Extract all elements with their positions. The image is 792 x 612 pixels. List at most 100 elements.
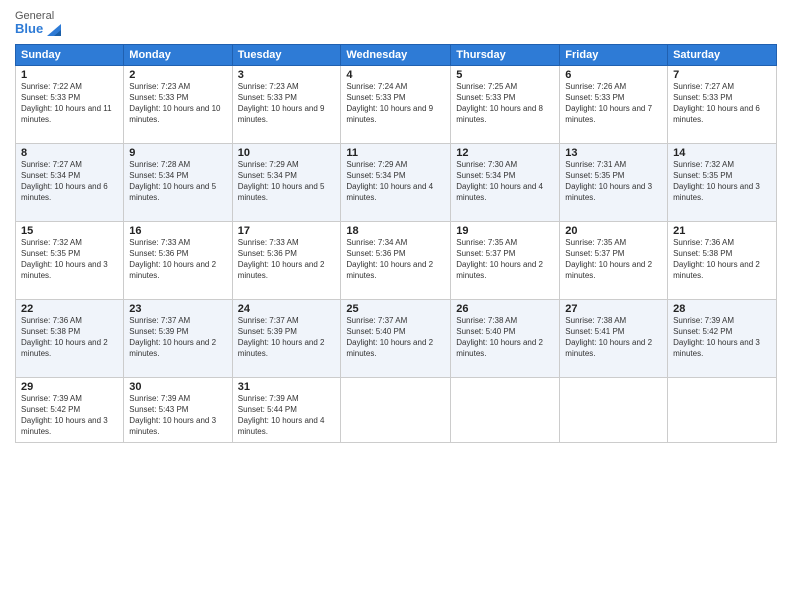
day-number: 14 [673,147,771,159]
calendar-cell: 10 Sunrise: 7:29 AM Sunset: 5:34 PM Dayl… [232,144,341,222]
day-info: Sunrise: 7:27 AM Sunset: 5:34 PM Dayligh… [21,160,118,203]
weekday-header-row: Sunday Monday Tuesday Wednesday Thursday… [16,45,777,66]
day-info: Sunrise: 7:35 AM Sunset: 5:37 PM Dayligh… [565,238,662,281]
day-info: Sunrise: 7:22 AM Sunset: 5:33 PM Dayligh… [21,82,118,125]
day-info: Sunrise: 7:38 AM Sunset: 5:41 PM Dayligh… [565,316,662,359]
day-info: Sunrise: 7:33 AM Sunset: 5:36 PM Dayligh… [238,238,336,281]
header-sunday: Sunday [16,45,124,66]
calendar-cell: 6 Sunrise: 7:26 AM Sunset: 5:33 PM Dayli… [560,66,668,144]
calendar-cell: 5 Sunrise: 7:25 AM Sunset: 5:33 PM Dayli… [451,66,560,144]
day-number: 13 [565,147,662,159]
calendar-cell: 30 Sunrise: 7:39 AM Sunset: 5:43 PM Dayl… [124,378,232,443]
calendar-cell: 23 Sunrise: 7:37 AM Sunset: 5:39 PM Dayl… [124,300,232,378]
day-number: 28 [673,303,771,315]
calendar-page: General Blue Sunday Monday Tuesday Wedne… [0,0,792,612]
day-number: 11 [346,147,445,159]
header-saturday: Saturday [668,45,777,66]
calendar-cell: 15 Sunrise: 7:32 AM Sunset: 5:35 PM Dayl… [16,222,124,300]
logo: General Blue [15,10,61,36]
day-info: Sunrise: 7:37 AM Sunset: 5:39 PM Dayligh… [238,316,336,359]
day-info: Sunrise: 7:31 AM Sunset: 5:35 PM Dayligh… [565,160,662,203]
calendar-cell [560,378,668,443]
calendar-cell: 9 Sunrise: 7:28 AM Sunset: 5:34 PM Dayli… [124,144,232,222]
calendar-cell: 2 Sunrise: 7:23 AM Sunset: 5:33 PM Dayli… [124,66,232,144]
day-info: Sunrise: 7:39 AM Sunset: 5:44 PM Dayligh… [238,394,336,437]
day-number: 6 [565,69,662,81]
day-info: Sunrise: 7:37 AM Sunset: 5:39 PM Dayligh… [129,316,226,359]
day-number: 30 [129,381,226,393]
day-number: 23 [129,303,226,315]
day-info: Sunrise: 7:28 AM Sunset: 5:34 PM Dayligh… [129,160,226,203]
calendar-cell: 20 Sunrise: 7:35 AM Sunset: 5:37 PM Dayl… [560,222,668,300]
calendar-table: Sunday Monday Tuesday Wednesday Thursday… [15,44,777,443]
calendar-cell: 12 Sunrise: 7:30 AM Sunset: 5:34 PM Dayl… [451,144,560,222]
day-info: Sunrise: 7:39 AM Sunset: 5:43 PM Dayligh… [129,394,226,437]
day-info: Sunrise: 7:35 AM Sunset: 5:37 PM Dayligh… [456,238,554,281]
calendar-cell: 18 Sunrise: 7:34 AM Sunset: 5:36 PM Dayl… [341,222,451,300]
day-info: Sunrise: 7:30 AM Sunset: 5:34 PM Dayligh… [456,160,554,203]
calendar-cell: 27 Sunrise: 7:38 AM Sunset: 5:41 PM Dayl… [560,300,668,378]
calendar-cell: 1 Sunrise: 7:22 AM Sunset: 5:33 PM Dayli… [16,66,124,144]
calendar-cell: 19 Sunrise: 7:35 AM Sunset: 5:37 PM Dayl… [451,222,560,300]
calendar-cell: 28 Sunrise: 7:39 AM Sunset: 5:42 PM Dayl… [668,300,777,378]
day-number: 7 [673,69,771,81]
calendar-cell [341,378,451,443]
calendar-cell: 8 Sunrise: 7:27 AM Sunset: 5:34 PM Dayli… [16,144,124,222]
day-info: Sunrise: 7:24 AM Sunset: 5:33 PM Dayligh… [346,82,445,125]
calendar-cell: 3 Sunrise: 7:23 AM Sunset: 5:33 PM Dayli… [232,66,341,144]
day-info: Sunrise: 7:25 AM Sunset: 5:33 PM Dayligh… [456,82,554,125]
day-number: 8 [21,147,118,159]
header: General Blue [15,10,777,36]
calendar-cell [668,378,777,443]
day-info: Sunrise: 7:37 AM Sunset: 5:40 PM Dayligh… [346,316,445,359]
calendar-cell: 21 Sunrise: 7:36 AM Sunset: 5:38 PM Dayl… [668,222,777,300]
day-number: 17 [238,225,336,237]
day-info: Sunrise: 7:32 AM Sunset: 5:35 PM Dayligh… [673,160,771,203]
calendar-cell [451,378,560,443]
day-number: 18 [346,225,445,237]
day-number: 5 [456,69,554,81]
day-info: Sunrise: 7:36 AM Sunset: 5:38 PM Dayligh… [673,238,771,281]
day-info: Sunrise: 7:39 AM Sunset: 5:42 PM Dayligh… [21,394,118,437]
header-thursday: Thursday [451,45,560,66]
day-number: 25 [346,303,445,315]
day-info: Sunrise: 7:23 AM Sunset: 5:33 PM Dayligh… [238,82,336,125]
day-number: 10 [238,147,336,159]
calendar-cell: 24 Sunrise: 7:37 AM Sunset: 5:39 PM Dayl… [232,300,341,378]
header-monday: Monday [124,45,232,66]
calendar-cell: 31 Sunrise: 7:39 AM Sunset: 5:44 PM Dayl… [232,378,341,443]
day-number: 26 [456,303,554,315]
calendar-cell: 14 Sunrise: 7:32 AM Sunset: 5:35 PM Dayl… [668,144,777,222]
day-number: 15 [21,225,118,237]
day-info: Sunrise: 7:38 AM Sunset: 5:40 PM Dayligh… [456,316,554,359]
calendar-cell: 26 Sunrise: 7:38 AM Sunset: 5:40 PM Dayl… [451,300,560,378]
day-number: 19 [456,225,554,237]
day-info: Sunrise: 7:29 AM Sunset: 5:34 PM Dayligh… [238,160,336,203]
calendar-cell: 29 Sunrise: 7:39 AM Sunset: 5:42 PM Dayl… [16,378,124,443]
day-number: 4 [346,69,445,81]
header-tuesday: Tuesday [232,45,341,66]
calendar-cell: 22 Sunrise: 7:36 AM Sunset: 5:38 PM Dayl… [16,300,124,378]
day-number: 3 [238,69,336,81]
day-info: Sunrise: 7:36 AM Sunset: 5:38 PM Dayligh… [21,316,118,359]
day-number: 21 [673,225,771,237]
day-number: 22 [21,303,118,315]
calendar-cell: 11 Sunrise: 7:29 AM Sunset: 5:34 PM Dayl… [341,144,451,222]
day-number: 2 [129,69,226,81]
day-info: Sunrise: 7:39 AM Sunset: 5:42 PM Dayligh… [673,316,771,359]
day-info: Sunrise: 7:29 AM Sunset: 5:34 PM Dayligh… [346,160,445,203]
calendar-cell: 16 Sunrise: 7:33 AM Sunset: 5:36 PM Dayl… [124,222,232,300]
day-info: Sunrise: 7:34 AM Sunset: 5:36 PM Dayligh… [346,238,445,281]
day-info: Sunrise: 7:23 AM Sunset: 5:33 PM Dayligh… [129,82,226,125]
day-info: Sunrise: 7:33 AM Sunset: 5:36 PM Dayligh… [129,238,226,281]
calendar-cell: 17 Sunrise: 7:33 AM Sunset: 5:36 PM Dayl… [232,222,341,300]
calendar-cell: 25 Sunrise: 7:37 AM Sunset: 5:40 PM Dayl… [341,300,451,378]
day-info: Sunrise: 7:26 AM Sunset: 5:33 PM Dayligh… [565,82,662,125]
header-wednesday: Wednesday [341,45,451,66]
header-friday: Friday [560,45,668,66]
calendar-cell: 4 Sunrise: 7:24 AM Sunset: 5:33 PM Dayli… [341,66,451,144]
day-number: 1 [21,69,118,81]
day-number: 12 [456,147,554,159]
day-number: 20 [565,225,662,237]
day-number: 9 [129,147,226,159]
